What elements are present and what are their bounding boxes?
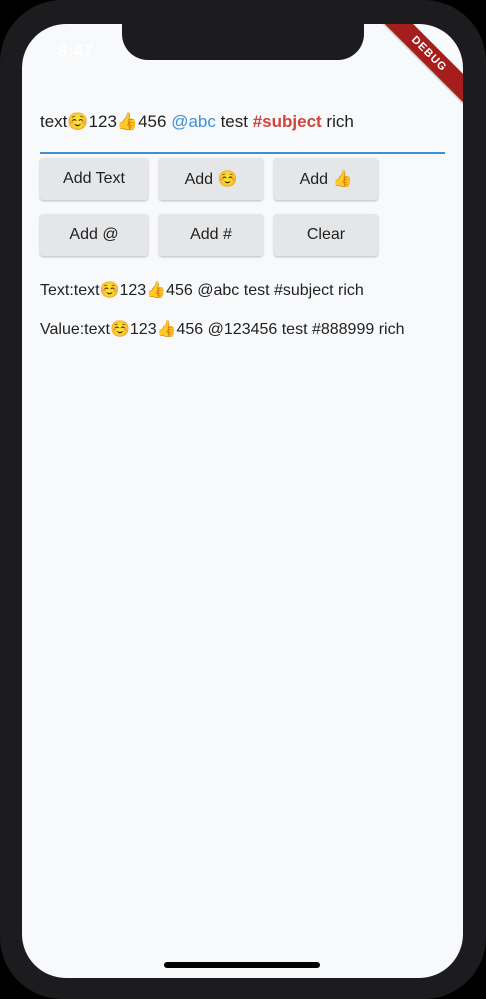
clear-button[interactable]: Clear [274,214,378,256]
mention-token: @abc [171,112,216,131]
home-indicator [164,962,320,968]
rich-text-input[interactable]: text☺️123👍456 @abc test #subject rich [40,112,445,154]
add-hashtag-button[interactable]: Add # [159,214,263,256]
debug-banner: DEBUG [372,24,463,111]
value-output: Value:text☺️123👍456 @123456 test #888999… [40,321,405,338]
add-mention-button[interactable]: Add @ [40,214,148,256]
input-text-middle: test [215,112,253,131]
notch [122,24,364,60]
input-text-suffix: rich [321,112,354,131]
subject-token: #subject [252,112,322,131]
add-thumbs-up-emoji-button[interactable]: Add 👍 [274,158,378,200]
phone-frame: 9:47 DEBUG text☺️123👍456 @abc test #subj… [0,0,486,999]
text-output: Text:text☺️123👍456 @abc test #subject ri… [40,282,364,299]
input-text-prefix: text☺️123👍456 [40,112,172,131]
app-screen: 9:47 DEBUG text☺️123👍456 @abc test #subj… [22,24,463,978]
status-time: 9:47 [58,41,95,60]
add-smile-emoji-button[interactable]: Add ☺️ [159,158,263,200]
add-text-button[interactable]: Add Text [40,158,148,200]
